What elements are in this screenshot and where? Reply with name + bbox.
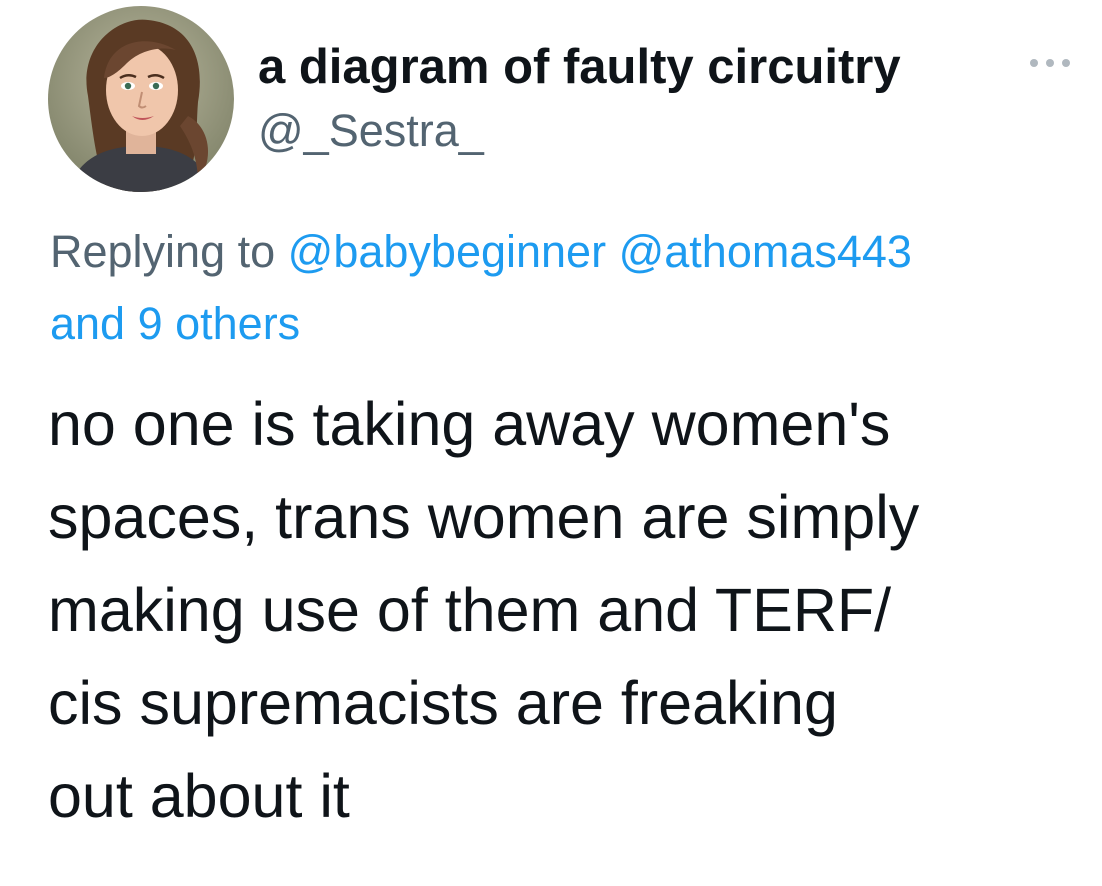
user-handle[interactable]: @_Sestra_ bbox=[258, 104, 484, 158]
tweet-text-line: making use of them and TERF/ bbox=[48, 576, 892, 644]
replying-to-label: Replying to bbox=[50, 226, 276, 277]
tweet: a diagram of faulty circuitry @_Sestra_ … bbox=[0, 0, 1102, 886]
avatar[interactable] bbox=[48, 6, 234, 192]
tweet-text-line: cis supremacists are freaking bbox=[48, 669, 838, 737]
tweet-text: no one is taking away women's spaces, tr… bbox=[48, 378, 1088, 843]
ellipsis-icon bbox=[1030, 59, 1070, 67]
mention-babybeginner[interactable]: @babybeginner bbox=[288, 226, 606, 277]
tweet-text-line: out about it bbox=[48, 762, 350, 830]
mention-athomas443[interactable]: @athomas443 bbox=[619, 226, 912, 277]
tweet-text-line: no one is taking away women's bbox=[48, 390, 891, 458]
more-options-button[interactable] bbox=[1020, 48, 1080, 78]
display-name[interactable]: a diagram of faulty circuitry bbox=[258, 38, 901, 96]
replying-to: Replying to @babybeginner @athomas443 an… bbox=[50, 216, 1090, 360]
tweet-text-line: spaces, trans women are simply bbox=[48, 483, 920, 551]
mention-others-link[interactable]: and 9 others bbox=[50, 298, 300, 349]
avatar-portrait-icon bbox=[48, 6, 234, 192]
